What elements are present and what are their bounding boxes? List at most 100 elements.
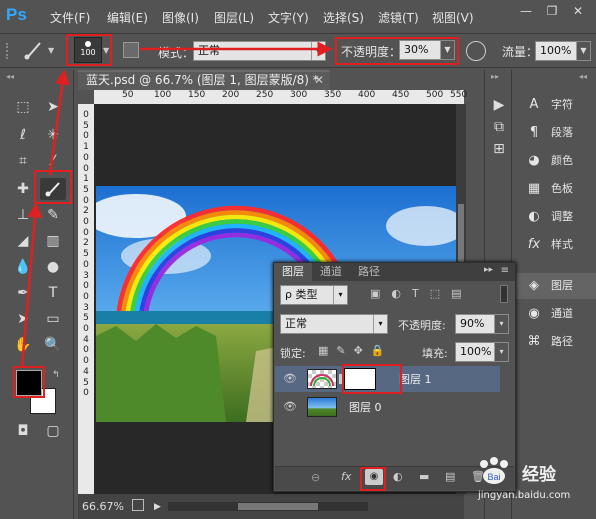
eyedropper-icon[interactable]: ⁄ xyxy=(40,150,66,172)
photoshop-logo: Ps xyxy=(6,5,27,24)
link-layers-icon[interactable]: ⊖ xyxy=(311,471,320,484)
filter-toggle[interactable] xyxy=(500,285,508,303)
layer-row-layer0[interactable]: 👁 图层 0 xyxy=(275,394,500,420)
menu-image[interactable]: 图像(I) xyxy=(162,9,199,26)
filter-icons[interactable]: ▣◐T⬚▤ xyxy=(370,287,473,300)
dodge-tool-icon[interactable]: ● xyxy=(40,256,66,278)
move-tool-icon[interactable]: ➤ xyxy=(40,96,66,118)
annotation-highlight xyxy=(34,170,72,204)
pen-tool-icon[interactable]: ✒ xyxy=(10,282,36,304)
type-tool-icon[interactable]: T xyxy=(40,282,66,304)
lock-icons[interactable]: ▦✎✥🔒 xyxy=(318,344,393,357)
visibility-eye-icon[interactable]: 👁 xyxy=(283,372,297,386)
crop-tool-icon[interactable]: ⌗ xyxy=(10,150,36,172)
eraser-tool-icon[interactable]: ◢ xyxy=(10,230,36,252)
panel-layers[interactable]: ◈ 图层 xyxy=(513,273,596,299)
rectangle-tool-icon[interactable]: ▭ xyxy=(40,308,66,330)
panel-menu-icon[interactable]: ≡ xyxy=(501,265,509,276)
ruler-tick: 450 xyxy=(392,90,410,100)
menu-edit[interactable]: 编辑(E) xyxy=(107,9,148,26)
ruler-tick: 350 xyxy=(324,90,342,100)
options-bar: ▼ 100 ▼ 模式： 正常 ▼ 不透明度： 30% ▼ 流量： 100% ▼ xyxy=(0,34,596,68)
pressure-opacity-icon[interactable] xyxy=(466,41,486,61)
menu-select[interactable]: 选择(S) xyxy=(323,9,364,26)
panel-paths[interactable]: ⌘ 路径 xyxy=(513,329,596,355)
layer-thumbnail[interactable] xyxy=(307,369,337,389)
path-selection-icon[interactable]: ➤ xyxy=(10,308,36,330)
blur-tool-icon[interactable]: 💧 xyxy=(10,256,36,278)
character-icon: A xyxy=(529,97,539,112)
scrollbar-thumb[interactable] xyxy=(458,204,464,264)
layer-thumbnail[interactable] xyxy=(307,397,337,417)
brush-panel-toggle-icon[interactable] xyxy=(123,42,139,58)
layer-style-icon[interactable]: fx xyxy=(341,470,351,483)
layer-name[interactable]: 图层 0 xyxy=(349,399,382,415)
scrollbar-thumb[interactable] xyxy=(238,503,318,510)
panel-character[interactable]: A 字符 xyxy=(513,92,596,118)
fill-input[interactable]: 100% ▾ xyxy=(455,342,509,362)
zoom-tool-icon[interactable]: 🔍 xyxy=(40,334,66,356)
menu-file[interactable]: 文件(F) xyxy=(50,9,90,26)
healing-brush-icon[interactable]: ✚ xyxy=(10,178,36,200)
clone-stamp-icon[interactable]: ⊥ xyxy=(10,204,36,226)
blend-mode-select[interactable]: 正常 ▼ xyxy=(193,41,326,61)
panel-channels[interactable]: ◉ 通道 xyxy=(513,301,596,327)
panel-swatches[interactable]: ▦ 色板 xyxy=(513,176,596,202)
tab-paths[interactable]: 路径 xyxy=(350,263,388,281)
close-icon[interactable]: ✕ xyxy=(314,72,324,89)
chevron-down-icon: ▼ xyxy=(576,42,590,60)
flow-label: 流量： xyxy=(502,45,539,59)
paths-icon: ⌘ xyxy=(527,334,541,349)
new-group-icon[interactable]: ▬ xyxy=(419,470,429,483)
panel-color[interactable]: ◕ 颜色 xyxy=(513,148,596,174)
panel-paragraph[interactable]: ¶ 段落 xyxy=(513,120,596,146)
new-layer-icon[interactable]: ▤ xyxy=(445,470,455,483)
expand-icon[interactable]: ◂◂ xyxy=(579,72,587,81)
actions-panel-icon[interactable]: ⧉ xyxy=(486,116,512,138)
swap-colors-icon[interactable]: ↰ xyxy=(52,370,60,380)
tab-channels[interactable]: 通道 xyxy=(312,263,350,281)
panel-adjustments[interactable]: ◐ 调整 xyxy=(513,204,596,230)
menu-view[interactable]: 视图(V) xyxy=(432,9,474,26)
layer-name[interactable]: 图层 1 xyxy=(399,371,432,387)
tab-layers[interactable]: 图层 xyxy=(274,263,312,281)
layer-filter-value: ρ 类型 xyxy=(285,288,318,301)
panel-styles[interactable]: fx 样式 xyxy=(513,232,596,258)
collapse-icon[interactable]: ▸▸ xyxy=(484,265,493,275)
flow-input[interactable]: 100% ▼ xyxy=(535,41,591,61)
collapse-icon[interactable]: ▸▸ xyxy=(491,72,499,81)
menu-layer[interactable]: 图层(L) xyxy=(214,9,254,26)
document-tab[interactable]: 蓝天.psd @ 66.7% (图层 1, 图层蒙版/8) * ✕ xyxy=(78,70,330,90)
menu-type[interactable]: 文字(Y) xyxy=(268,9,309,26)
menu-bar: Ps 文件(F) 编辑(E) 图像(I) 图层(L) 文字(Y) 选择(S) 滤… xyxy=(0,0,596,34)
lasso-tool-icon[interactable]: ℓ xyxy=(10,124,36,146)
history-panel-icon[interactable]: ▶ xyxy=(486,94,512,116)
layer-opacity-input[interactable]: 90% ▾ xyxy=(455,314,509,334)
visibility-eye-icon[interactable]: 👁 xyxy=(283,400,297,414)
history-brush-icon[interactable]: ✎ xyxy=(40,204,66,226)
close-icon[interactable]: ✕ xyxy=(567,3,589,19)
magic-wand-icon[interactable]: ✳ xyxy=(40,124,66,146)
marquee-tool-icon[interactable]: ⬚ xyxy=(10,96,36,118)
layers-icon: ◈ xyxy=(529,278,539,293)
screen-mode-icon[interactable]: ▢ xyxy=(40,420,66,442)
chevron-right-icon[interactable]: ▶ xyxy=(154,502,161,512)
collapse-icon[interactable]: ◂◂ xyxy=(6,72,14,81)
chevron-down-icon: ▾ xyxy=(373,315,387,333)
minimize-icon[interactable]: — xyxy=(515,3,537,19)
menu-filter[interactable]: 滤镜(T) xyxy=(378,9,419,26)
adjustment-layer-icon[interactable]: ◐ xyxy=(393,470,403,483)
annotation-highlight xyxy=(342,364,402,394)
brush-tool-preset-icon[interactable] xyxy=(22,39,46,61)
layer-blend-mode-select[interactable]: 正常 ▾ xyxy=(280,314,388,334)
doc-info-icon[interactable] xyxy=(132,499,144,511)
horizontal-scrollbar[interactable] xyxy=(168,502,368,511)
restore-icon[interactable]: ❐ xyxy=(541,3,563,19)
properties-panel-icon[interactable]: ⊞ xyxy=(486,138,512,160)
quick-mask-icon[interactable]: ◘ xyxy=(10,420,36,442)
chevron-down-icon[interactable]: ▼ xyxy=(48,46,54,55)
panel-dock: ◂◂ A 字符 ¶ 段落 ◕ 颜色 ▦ 色板 ◐ 调整 fx 样式 ◈ 图层 ◉ 通道 ⌘ 路径 xyxy=(513,70,596,519)
layer-filter-select[interactable]: ρ 类型 ▾ xyxy=(280,285,348,305)
hand-tool-icon[interactable]: ✋ xyxy=(10,334,36,356)
gradient-tool-icon[interactable]: ▥ xyxy=(40,230,66,252)
